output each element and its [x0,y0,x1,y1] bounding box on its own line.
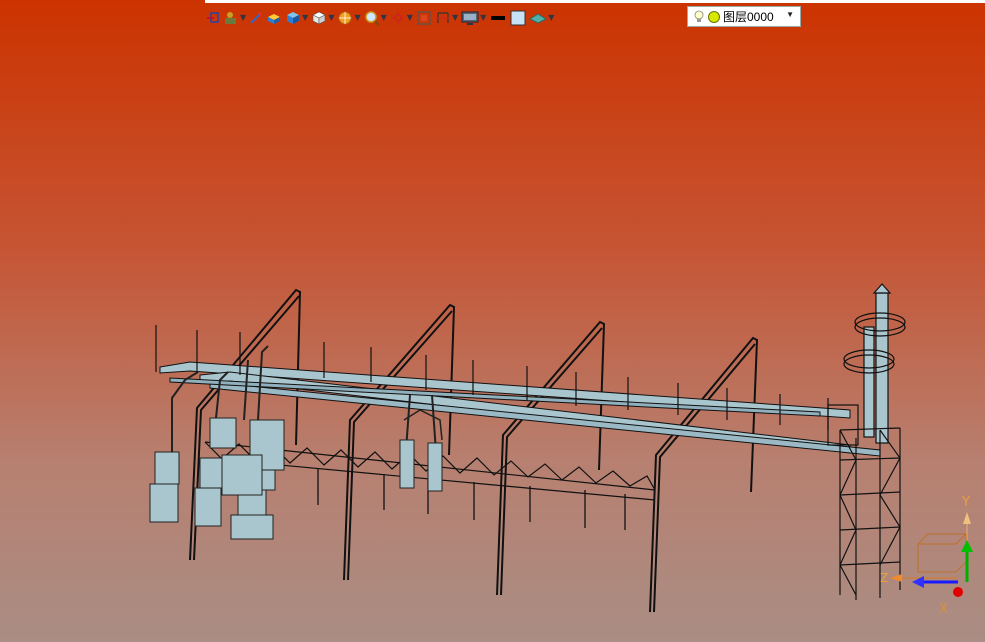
chevron-down-icon: ▼ [451,13,459,22]
chevron-down-icon: ▼ [406,13,413,22]
line-color-icon [491,16,506,20]
snap-button[interactable]: ▼ [390,7,413,29]
box-tool-button[interactable] [266,7,282,29]
section-button[interactable]: ▼ [435,7,458,29]
zoom-icon [364,11,380,26]
render-mode-icon [338,11,352,25]
monitor-icon [461,11,479,25]
box-icon [268,14,281,24]
view-cube-button[interactable]: ▼ [311,7,334,29]
select-icon [225,12,236,24]
chevron-down-icon: ▼ [548,13,555,22]
layer-visible-icon[interactable] [707,10,721,24]
window-edge [205,0,985,3]
axis-y-ghost-arrow [963,512,971,524]
lightbulb-icon[interactable] [693,10,705,24]
chevron-down-icon: ▼ [328,13,335,22]
view-cube-icon [312,11,326,25]
material-icon [529,13,548,24]
pen-tool-button[interactable] [249,7,263,29]
chevron-down-icon: ▼ [480,13,487,22]
layer-dropdown[interactable]: 图层0000 ▼ [687,6,801,27]
axis-y-arrow [961,540,973,552]
3d-viewport[interactable]: ▼ ▼ ▼ ▼ ▼ ▼ ▼ ▼ ▼ 图层0000 ▼ Y Z X [0,0,985,642]
chevron-down-icon: ▼ [786,10,794,19]
line-color-button[interactable] [489,7,507,29]
zoom-button[interactable]: ▼ [364,7,387,29]
material-button[interactable]: ▼ [529,7,554,29]
pen-icon [250,12,262,24]
select-tool-button[interactable]: ▼ [223,7,246,29]
display-button[interactable]: ▼ [461,7,486,29]
cube-tool-button[interactable]: ▼ [285,7,308,29]
hanging-insulators [317,468,626,530]
axis-z-label: Z [880,571,888,585]
snap-icon [390,11,405,25]
fit-button[interactable] [416,7,432,29]
axis-triad[interactable]: Y Z X [878,492,978,614]
sketch-tool-button[interactable] [206,7,220,29]
axis-x-label: X [939,602,948,614]
section-icon [435,12,450,23]
industrial-model[interactable] [0,0,985,642]
sketch-icon [207,12,219,23]
fill-color-icon [510,10,526,26]
view-toolbar: ▼ ▼ ▼ ▼ ▼ ▼ ▼ ▼ ▼ [206,7,557,29]
axis-z-ghost-arrow [890,574,902,582]
chevron-down-icon: ▼ [302,13,309,22]
layer-name: 图层0000 [723,10,774,24]
axis-x-arrow [953,587,963,597]
chevron-down-icon: ▼ [354,13,361,22]
chevron-down-icon: ▼ [380,13,387,22]
axis-y-label: Y [961,495,970,510]
cube-icon [287,12,300,24]
fill-color-button[interactable] [510,7,526,29]
render-mode-button[interactable]: ▼ [337,7,361,29]
chevron-down-icon: ▼ [240,13,247,22]
fit-icon [417,11,431,25]
